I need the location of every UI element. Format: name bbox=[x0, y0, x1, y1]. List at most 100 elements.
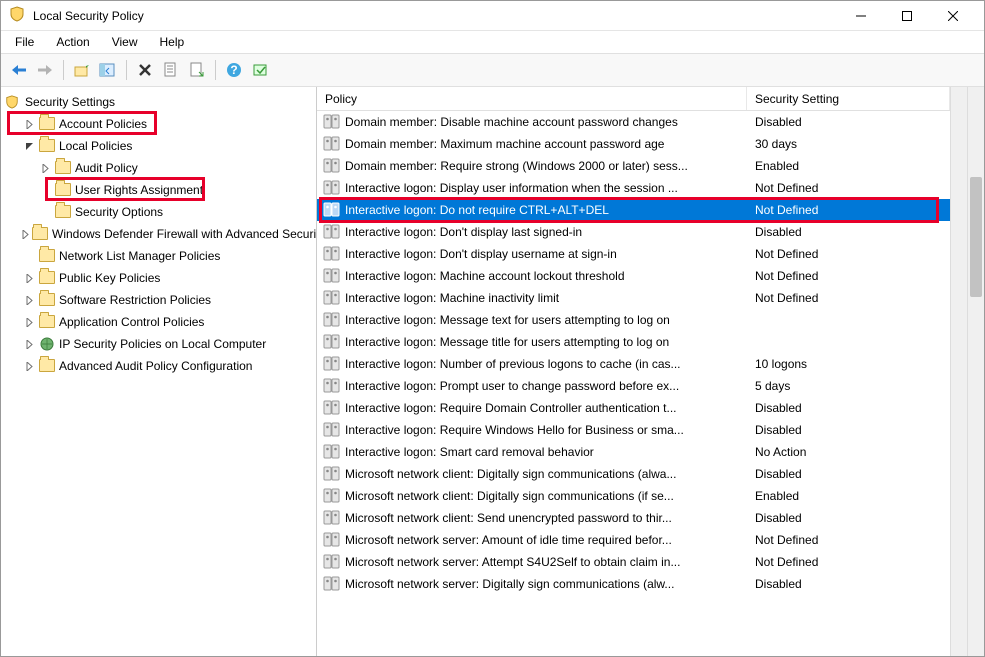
policy-row[interactable]: Interactive logon: Don't display last si… bbox=[317, 221, 950, 243]
policy-name: Interactive logon: Don't display usernam… bbox=[345, 247, 617, 261]
policy-row[interactable]: Interactive logon: Require Domain Contro… bbox=[317, 397, 950, 419]
policy-setting: 30 days bbox=[747, 137, 950, 151]
policy-row[interactable]: Interactive logon: Machine inactivity li… bbox=[317, 287, 950, 309]
expand-icon[interactable] bbox=[21, 314, 37, 330]
policy-row[interactable]: Microsoft network server: Digitally sign… bbox=[317, 573, 950, 595]
folder-icon bbox=[39, 138, 55, 154]
policy-row[interactable]: Interactive logon: Message text for user… bbox=[317, 309, 950, 331]
policy-icon bbox=[323, 509, 341, 527]
tree-pane[interactable]: Security Settings Account PoliciesLocal … bbox=[1, 87, 317, 656]
policy-row[interactable]: Domain member: Require strong (Windows 2… bbox=[317, 155, 950, 177]
refresh-policy-icon[interactable] bbox=[248, 58, 272, 82]
menu-help[interactable]: Help bbox=[150, 33, 195, 51]
help-icon[interactable]: ? bbox=[222, 58, 246, 82]
close-button[interactable] bbox=[930, 2, 976, 30]
forward-button[interactable] bbox=[33, 58, 57, 82]
column-header-policy[interactable]: Policy bbox=[317, 87, 747, 110]
tree-item[interactable]: Software Restriction Policies bbox=[3, 289, 314, 311]
folder-icon bbox=[39, 314, 55, 330]
menu-file[interactable]: File bbox=[5, 33, 44, 51]
policy-row[interactable]: Microsoft network server: Attempt S4U2Se… bbox=[317, 551, 950, 573]
policy-name: Interactive logon: Display user informat… bbox=[345, 181, 678, 195]
list-pane: Policy Security Setting Domain member: D… bbox=[317, 87, 967, 656]
policy-row[interactable]: Interactive logon: Message title for use… bbox=[317, 331, 950, 353]
tree-item[interactable]: Advanced Audit Policy Configuration bbox=[3, 355, 314, 377]
minimize-button[interactable] bbox=[838, 2, 884, 30]
delete-icon[interactable] bbox=[133, 58, 157, 82]
policy-row[interactable]: Interactive logon: Prompt user to change… bbox=[317, 375, 950, 397]
column-header-setting[interactable]: Security Setting bbox=[747, 87, 950, 110]
expand-icon[interactable] bbox=[21, 358, 37, 374]
expand-icon[interactable] bbox=[21, 226, 30, 242]
policy-setting: Enabled bbox=[747, 159, 950, 173]
scrollbar-thumb[interactable] bbox=[970, 177, 982, 297]
policy-icon bbox=[323, 245, 341, 263]
tree-item[interactable]: Network List Manager Policies bbox=[3, 245, 314, 267]
tree-item[interactable]: Public Key Policies bbox=[3, 267, 314, 289]
policy-row[interactable]: Microsoft network client: Send unencrypt… bbox=[317, 507, 950, 529]
policy-name: Interactive logon: Machine account locko… bbox=[345, 269, 625, 283]
expand-icon[interactable] bbox=[21, 116, 37, 132]
policy-row[interactable]: Interactive logon: Require Windows Hello… bbox=[317, 419, 950, 441]
policy-icon bbox=[323, 377, 341, 395]
policy-row[interactable]: Interactive logon: Don't display usernam… bbox=[317, 243, 950, 265]
policy-name: Microsoft network server: Digitally sign… bbox=[345, 577, 674, 591]
menu-view[interactable]: View bbox=[102, 33, 148, 51]
policy-row[interactable]: Microsoft network client: Digitally sign… bbox=[317, 485, 950, 507]
back-button[interactable] bbox=[7, 58, 31, 82]
outer-scrollbar[interactable] bbox=[967, 87, 984, 656]
tree-item[interactable]: Application Control Policies bbox=[3, 311, 314, 333]
maximize-button[interactable] bbox=[884, 2, 930, 30]
up-one-level-icon[interactable] bbox=[70, 58, 94, 82]
policy-row[interactable]: Interactive logon: Number of previous lo… bbox=[317, 353, 950, 375]
list-scrollbar[interactable] bbox=[950, 87, 967, 656]
tree-item[interactable]: Local Policies bbox=[3, 135, 314, 157]
window-title: Local Security Policy bbox=[33, 9, 838, 23]
expand-icon[interactable] bbox=[21, 270, 37, 286]
policy-row[interactable]: Interactive logon: Do not require CTRL+A… bbox=[317, 199, 950, 221]
folder-icon bbox=[55, 204, 71, 220]
tree-item[interactable]: IP Security Policies on Local Computer bbox=[3, 333, 314, 355]
tree-item-label: Advanced Audit Policy Configuration bbox=[59, 359, 252, 373]
policy-name: Interactive logon: Don't display last si… bbox=[345, 225, 582, 239]
policy-icon bbox=[323, 443, 341, 461]
expand-icon[interactable] bbox=[21, 292, 37, 308]
menu-action[interactable]: Action bbox=[46, 33, 99, 51]
show-hide-tree-icon[interactable] bbox=[96, 58, 120, 82]
tree-item[interactable]: Security Options bbox=[3, 201, 314, 223]
tree-item-label: Audit Policy bbox=[75, 161, 138, 175]
export-list-icon[interactable] bbox=[185, 58, 209, 82]
expand-icon[interactable] bbox=[21, 336, 37, 352]
policy-setting: Disabled bbox=[747, 467, 950, 481]
collapse-icon[interactable] bbox=[21, 138, 37, 154]
tree-root[interactable]: Security Settings bbox=[3, 91, 314, 113]
policy-row[interactable]: Microsoft network server: Amount of idle… bbox=[317, 529, 950, 551]
policy-icon bbox=[323, 113, 341, 131]
folder-icon bbox=[39, 116, 55, 132]
policy-name: Domain member: Maximum machine account p… bbox=[345, 137, 664, 151]
policy-row[interactable]: Domain member: Maximum machine account p… bbox=[317, 133, 950, 155]
tree-item-label: Network List Manager Policies bbox=[59, 249, 220, 263]
folder-icon bbox=[55, 160, 71, 176]
policy-setting: Disabled bbox=[747, 225, 950, 239]
expand-icon[interactable] bbox=[37, 160, 53, 176]
tree-item-label: Software Restriction Policies bbox=[59, 293, 211, 307]
properties-icon[interactable] bbox=[159, 58, 183, 82]
tree-item[interactable]: Windows Defender Firewall with Advanced … bbox=[3, 223, 314, 245]
tree-item[interactable]: Audit Policy bbox=[3, 157, 314, 179]
policy-row[interactable]: Microsoft network client: Digitally sign… bbox=[317, 463, 950, 485]
policy-setting: Disabled bbox=[747, 577, 950, 591]
policy-row[interactable]: Interactive logon: Display user informat… bbox=[317, 177, 950, 199]
tree-item-label: Application Control Policies bbox=[59, 315, 204, 329]
svg-text:?: ? bbox=[230, 63, 237, 77]
policy-row[interactable]: Domain member: Disable machine account p… bbox=[317, 111, 950, 133]
policy-row[interactable]: Interactive logon: Machine account locko… bbox=[317, 265, 950, 287]
tree-root-label: Security Settings bbox=[25, 95, 115, 109]
list-scroll[interactable]: Policy Security Setting Domain member: D… bbox=[317, 87, 950, 656]
policy-row[interactable]: Interactive logon: Smart card removal be… bbox=[317, 441, 950, 463]
policy-setting: Disabled bbox=[747, 401, 950, 415]
policy-name: Microsoft network server: Attempt S4U2Se… bbox=[345, 555, 680, 569]
tree-item[interactable]: User Rights Assignment bbox=[3, 179, 314, 201]
tree-item-label: IP Security Policies on Local Computer bbox=[59, 337, 266, 351]
tree-item[interactable]: Account Policies bbox=[3, 113, 314, 135]
